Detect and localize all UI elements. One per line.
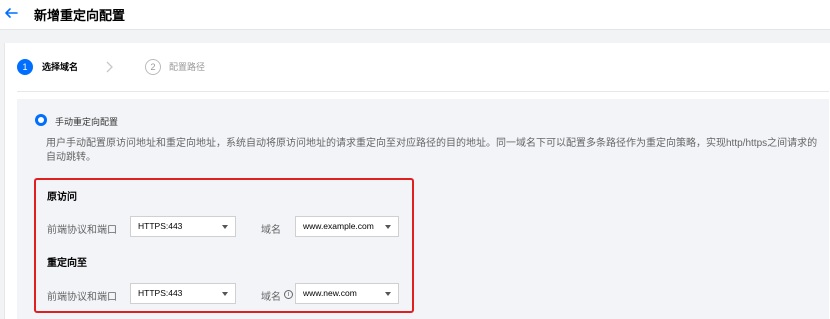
chevron-down-icon [222,292,228,296]
chevron-down-icon [385,225,391,229]
redirect-section-title: 重定向至 [47,258,87,269]
back-arrow-icon[interactable] [3,5,19,21]
origin-protocol-label: 前端协议和端口 [47,225,117,236]
origin-protocol-value: HTTPS:443 [138,221,183,231]
redirect-domain-select[interactable]: www.new.com [295,283,399,304]
config-panel: 手动重定向配置 用户手动配置原访问地址和重定向地址，系统自动将原访问地址的请求重… [17,99,829,319]
step-1-label: 选择域名 [42,62,79,72]
divider [17,91,829,92]
chevron-down-icon [385,292,391,296]
main-card: 1 选择域名 2 配置路径 手动重定向配置 用户手动配置原访问地址和重定向地址，… [4,43,830,319]
redirect-protocol-value: HTTPS:443 [138,288,183,298]
description-text: 用户手动配置原访问地址和重定向地址，系统自动将原访问地址的请求重定向至对应路径的… [46,138,818,163]
redirect-protocol-label: 前端协议和端口 [47,292,117,303]
info-icon[interactable]: i [284,290,293,299]
manual-redirect-label: 手动重定向配置 [55,117,119,127]
step-2-indicator: 2 [145,59,161,75]
origin-section-title: 原访问 [47,192,77,203]
redirect-domain-label: 域名 [261,292,281,303]
origin-domain-label: 域名 [261,225,281,236]
steps-bar: 1 选择域名 2 配置路径 [5,43,830,93]
step-1-indicator: 1 [17,59,33,75]
origin-domain-value: www.example.com [303,221,374,231]
redirect-domain-value: www.new.com [303,288,357,298]
redirect-protocol-select[interactable]: HTTPS:443 [130,283,236,304]
chevron-down-icon [222,225,228,229]
chevron-right-icon [106,61,113,73]
page-title: 新增重定向配置 [34,8,126,23]
origin-domain-select[interactable]: www.example.com [295,216,399,237]
origin-protocol-select[interactable]: HTTPS:443 [130,216,236,237]
manual-redirect-radio[interactable] [35,114,47,126]
step-2-label: 配置路径 [169,62,206,72]
top-bar: 新增重定向配置 [0,0,830,30]
highlight-box: 原访问 前端协议和端口 HTTPS:443 域名 www.example.com… [34,178,414,313]
